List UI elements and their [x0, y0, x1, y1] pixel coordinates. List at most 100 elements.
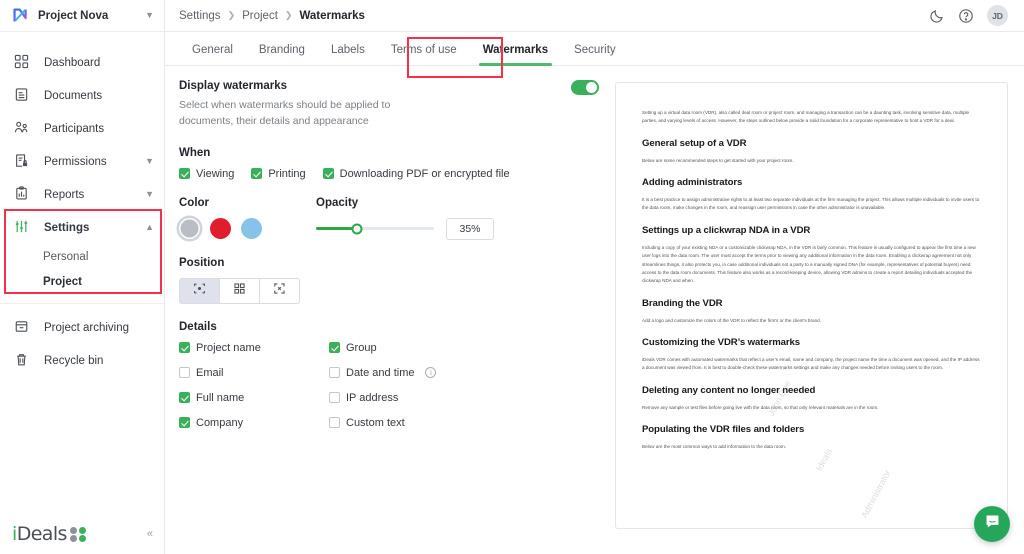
- position-tile-button[interactable]: [219, 278, 260, 304]
- checkbox-ip-address[interactable]: IP address: [329, 392, 436, 404]
- breadcrumb-project[interactable]: Project: [242, 10, 278, 22]
- sidebar-item-recycle-bin[interactable]: Recycle bin: [0, 344, 164, 377]
- preview-heading: Populating the VDR files and folders: [642, 424, 981, 435]
- preview-paragraph: Below are the most common ways to add in…: [642, 443, 981, 451]
- sidebar-item-project-archiving[interactable]: Project archiving: [0, 311, 164, 344]
- sidebar-item-reports[interactable]: Reports ▼: [0, 178, 164, 211]
- tab-terms-of-use[interactable]: Terms of use: [378, 44, 470, 65]
- ideals-logo-dots-icon: [70, 527, 87, 542]
- documents-icon: [14, 87, 31, 104]
- moon-icon[interactable]: [929, 8, 945, 24]
- preview-paragraph: Including a copy of your existing NDA or…: [642, 244, 981, 286]
- tab-branding[interactable]: Branding: [246, 44, 318, 65]
- preview-paragraph: Setting up a virtual data room (VDR), al…: [642, 109, 981, 126]
- color-swatch-red[interactable]: [210, 218, 231, 239]
- position-center-button[interactable]: [179, 278, 220, 304]
- preview-paragraph: Remove any sample or test files before g…: [642, 404, 981, 412]
- checkbox-box: [179, 168, 190, 179]
- project-selector[interactable]: Project Nova ▼: [0, 0, 164, 32]
- preview-heading: General setup of a VDR: [642, 138, 981, 149]
- position-corners-button[interactable]: [259, 278, 300, 304]
- color-label: Color: [179, 197, 262, 209]
- chevron-down-icon[interactable]: ▼: [145, 190, 154, 199]
- application-window: Project Nova ▼ Dashboard: [0, 0, 1024, 554]
- help-circle-icon[interactable]: [958, 8, 974, 24]
- tab-general[interactable]: General: [179, 44, 246, 65]
- chevron-down-icon[interactable]: ▼: [145, 157, 154, 166]
- preview-heading: Branding the VDR: [642, 298, 981, 309]
- content-body: Display watermarks Select when watermark…: [165, 66, 1024, 554]
- checkbox-box: [179, 392, 190, 403]
- sidebar-sublabel: Project: [43, 276, 82, 288]
- color-group: Color: [179, 180, 262, 240]
- tab-watermarks[interactable]: Watermarks: [470, 44, 561, 65]
- chevron-down-icon[interactable]: ▼: [145, 11, 154, 20]
- when-options: Viewing Printing Downloading PDF or encr…: [179, 168, 599, 180]
- tab-security[interactable]: Security: [561, 44, 629, 65]
- checkbox-label: Viewing: [196, 168, 234, 180]
- collapse-left-icon[interactable]: «: [147, 528, 153, 540]
- sidebar-subitem-project[interactable]: Project: [0, 269, 164, 294]
- preview-paragraph: Below are some recommended steps to get …: [642, 157, 981, 165]
- sidebar-item-settings[interactable]: Settings ▲: [0, 211, 164, 244]
- info-icon[interactable]: i: [425, 367, 436, 378]
- details-column-right: Group Date and time i IP address: [329, 342, 436, 442]
- checkbox-group[interactable]: Group: [329, 342, 436, 354]
- chat-button[interactable]: [974, 506, 1010, 542]
- opacity-slider[interactable]: [316, 227, 434, 230]
- sidebar-subitem-personal[interactable]: Personal: [0, 244, 164, 269]
- display-watermarks-row: Display watermarks Select when watermark…: [179, 80, 599, 130]
- sidebar-label: Documents: [44, 90, 154, 102]
- sidebar-item-participants[interactable]: Participants: [0, 112, 164, 145]
- opacity-value[interactable]: 35%: [446, 218, 494, 240]
- top-bar-actions: JD: [929, 5, 1008, 26]
- details-label: Details: [179, 321, 599, 333]
- color-opacity-row: Color Opacity: [179, 180, 599, 240]
- checkbox-company[interactable]: Company: [179, 417, 301, 429]
- color-swatch-blue[interactable]: [241, 218, 262, 239]
- sidebar-footer: iiDealsDeals «: [0, 514, 165, 554]
- checkbox-box: [329, 342, 340, 353]
- color-swatches: [179, 218, 262, 239]
- breadcrumb: Settings ❯ Project ❯ Watermarks: [179, 10, 365, 22]
- settings-icon: [14, 219, 31, 236]
- opacity-slider-thumb[interactable]: [352, 223, 363, 234]
- top-bar: Settings ❯ Project ❯ Watermarks: [165, 0, 1024, 32]
- checkbox-viewing[interactable]: Viewing: [179, 168, 234, 180]
- checkbox-full-name[interactable]: Full name: [179, 392, 301, 404]
- preview-paragraph: It is a best practice to assign administ…: [642, 196, 981, 213]
- checkbox-box: [329, 392, 340, 403]
- color-swatch-grey[interactable]: [179, 218, 200, 239]
- checkbox-downloading[interactable]: Downloading PDF or encrypted file: [323, 168, 510, 180]
- preview-heading: Deleting any content no longer needed: [642, 385, 981, 396]
- sidebar-item-documents[interactable]: Documents: [0, 79, 164, 112]
- sidebar-label: Recycle bin: [44, 355, 154, 367]
- checkbox-label: Date and time: [346, 367, 414, 379]
- tab-labels[interactable]: Labels: [318, 44, 378, 65]
- sidebar-item-dashboard[interactable]: Dashboard: [0, 46, 164, 79]
- checkbox-box: [179, 417, 190, 428]
- sidebar-label: Participants: [44, 123, 154, 135]
- avatar[interactable]: JD: [987, 5, 1008, 26]
- display-watermarks-toggle[interactable]: [571, 80, 599, 95]
- project-name: Project Nova: [38, 10, 136, 22]
- checkbox-project-name[interactable]: Project name: [179, 342, 301, 354]
- archive-icon: [14, 319, 31, 336]
- breadcrumb-settings[interactable]: Settings: [179, 10, 221, 22]
- checkbox-label: Custom text: [346, 417, 405, 429]
- checkbox-custom-text[interactable]: Custom text: [329, 417, 436, 429]
- chevron-up-icon[interactable]: ▲: [145, 223, 154, 232]
- opacity-control: 35%: [316, 218, 494, 240]
- sidebar-divider: [0, 303, 164, 304]
- checkbox-date-and-time[interactable]: Date and time i: [329, 367, 436, 379]
- checkbox-email[interactable]: Email: [179, 367, 301, 379]
- checkbox-label: Email: [196, 367, 224, 379]
- watermark-preview-panel: Setting up a virtual data room (VDR), al…: [615, 80, 1008, 554]
- checkbox-printing[interactable]: Printing: [251, 168, 305, 180]
- position-button-group: [179, 278, 599, 304]
- preview-heading: Settings up a clickwrap NDA in a VDR: [642, 225, 981, 236]
- sidebar-item-permissions[interactable]: Permissions ▼: [0, 145, 164, 178]
- sidebar-sublabel: Personal: [43, 251, 88, 263]
- center-focus-icon: [193, 282, 206, 300]
- participants-icon: [14, 120, 31, 137]
